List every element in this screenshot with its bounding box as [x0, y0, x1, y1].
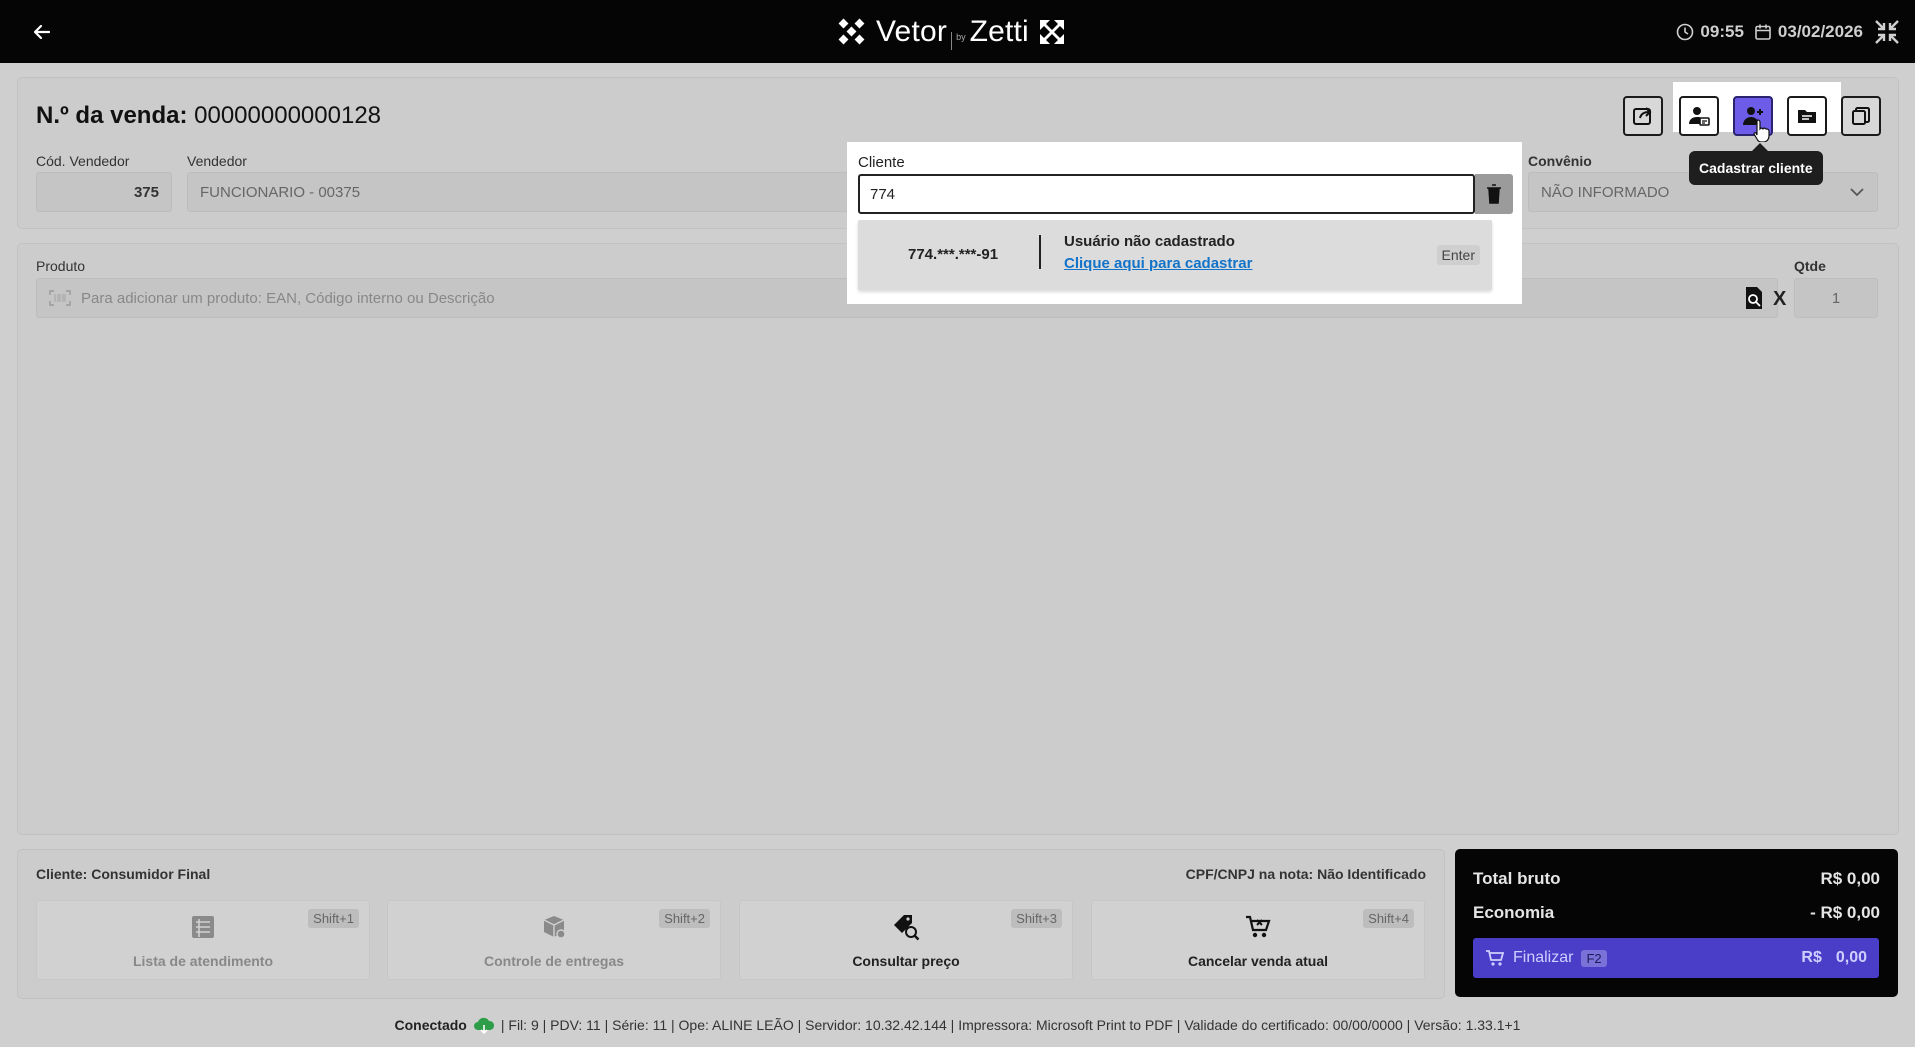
zetti-logo-icon	[1039, 20, 1064, 44]
top-right-info: 09:55 03/02/2026	[1676, 18, 1901, 46]
shortcut-badge: Shift+1	[308, 909, 359, 928]
list-icon	[189, 913, 217, 941]
cliente-label: Cliente	[858, 154, 905, 171]
shortcut-badge: Shift+3	[1011, 909, 1062, 928]
shortcut-badge: Shift+4	[1363, 909, 1414, 928]
cart-icon	[1486, 950, 1505, 966]
folder-icon	[1798, 110, 1816, 123]
vendedor-value: FUNCIONARIO - 00375	[200, 183, 361, 201]
tile-label: Controle de entregas	[483, 953, 625, 969]
cart-cancel-icon	[1244, 913, 1272, 941]
vendedor-field[interactable]: FUNCIONARIO - 00375	[187, 172, 867, 212]
chevron-down-icon	[1850, 188, 1864, 197]
clear-cliente-button[interactable]	[1475, 174, 1513, 214]
current-date: 03/02/2026	[1777, 22, 1863, 41]
economia-row: Economia - R$ 0,00	[1473, 903, 1880, 923]
user-card-icon	[1689, 107, 1710, 126]
current-time: 09:55	[1700, 22, 1744, 41]
qty-label: Qtde	[1794, 258, 1826, 274]
economia-label: Economia	[1473, 903, 1555, 922]
total-bruto-value: R$ 0,00	[1820, 869, 1880, 888]
arrow-left-icon	[33, 24, 51, 40]
top-bar: Vetor by Zetti 09:55 03/02/2026	[0, 0, 1915, 63]
sale-number-value: 00000000000128	[194, 102, 382, 129]
status-details: | Fil: 9 | PDV: 11 | Série: 11 | Ope: AL…	[500, 1017, 1521, 1033]
connection-status: Conectado	[394, 1017, 467, 1033]
cod-vendedor-value: 375	[133, 183, 159, 201]
economia-value: - R$ 0,00	[1810, 903, 1880, 922]
calendar-icon	[1755, 24, 1771, 40]
copy-button[interactable]	[1841, 96, 1881, 136]
tile-label: Cancelar venda atual	[1187, 953, 1329, 969]
cancelar-venda-button[interactable]: Shift+4 Cancelar venda atual	[1091, 900, 1425, 980]
suggestion-title: Usuário não cadastrado	[1064, 233, 1235, 250]
delivery-box-icon	[540, 913, 568, 941]
folder-button[interactable]	[1787, 96, 1827, 136]
share-icon	[1633, 107, 1652, 125]
footer-cpf-text: CPF/CNPJ na nota: Não Identificado	[1185, 866, 1426, 882]
finalizar-value: 0,00	[1835, 949, 1867, 966]
qty-value: 1	[1831, 289, 1841, 307]
qty-field[interactable]: 1	[1794, 278, 1878, 318]
suggestion-cpf: 774.***.***-91	[908, 246, 999, 263]
collapse-fullscreen-icon[interactable]	[1873, 18, 1901, 46]
tile-label: Consultar preço	[852, 953, 960, 969]
cod-vendedor-field[interactable]: 375	[36, 172, 172, 212]
cliente-input[interactable]	[858, 174, 1475, 214]
tile-label: Lista de atendimento	[132, 953, 274, 969]
cod-vendedor-label: Cód. Vendedor	[36, 153, 130, 169]
cliente-search-popup: Cliente 774.***.***-91 Usuário não cadas…	[847, 142, 1522, 304]
sale-number-label: N.º da venda:	[36, 102, 188, 129]
suggestion-divider	[1039, 235, 1041, 269]
finalizar-currency: R$	[1801, 949, 1822, 966]
register-client-link[interactable]: Clique aqui para cadastrar	[1064, 255, 1252, 272]
suggestion-shortcut-key: Enter	[1436, 245, 1480, 265]
share-button[interactable]	[1623, 96, 1663, 136]
convenio-value: NÃO INFORMADO	[1541, 183, 1670, 201]
logo-vetor-text: Vetor	[876, 15, 948, 48]
consultar-preco-button[interactable]: Shift+3 Consultar preço	[739, 900, 1073, 980]
convenio-label: Convênio	[1528, 153, 1592, 169]
copy-icon	[1852, 107, 1870, 125]
back-button[interactable]	[28, 18, 56, 46]
multiply-sign: X	[1773, 288, 1787, 310]
app-logo: Vetor by Zetti	[836, 14, 1067, 50]
calendar: 03/02/2026	[1754, 22, 1863, 42]
product-placeholder: Para adicionar um produto: EAN, Código i…	[81, 289, 495, 307]
shortcut-badge: Shift+2	[659, 909, 710, 928]
product-label: Produto	[36, 258, 86, 274]
controle-entregas-button[interactable]: Shift+2 Controle de entregas	[387, 900, 721, 980]
logo-by-text: by	[951, 32, 966, 50]
price-search-icon	[892, 913, 920, 941]
total-bruto-row: Total bruto R$ 0,00	[1473, 869, 1880, 889]
finalizar-button[interactable]: Finalizar F2 R$ 0,00	[1473, 938, 1879, 978]
trash-icon	[1487, 184, 1501, 204]
finalizar-shortcut: F2	[1581, 949, 1607, 967]
totals-panel: Total bruto R$ 0,00 Economia - R$ 0,00 F…	[1455, 849, 1898, 997]
product-lookup-icon[interactable]	[1743, 286, 1765, 310]
logo-zetti-text: Zetti	[969, 15, 1029, 48]
clock: 09:55	[1676, 22, 1744, 42]
product-card: Produto Para adicionar um produto: EAN, …	[18, 244, 1898, 834]
vendedor-label: Vendedor	[187, 153, 247, 169]
clock-icon	[1677, 23, 1694, 41]
cloud-connected-icon	[473, 1017, 494, 1034]
cliente-suggestion-item[interactable]: 774.***.***-91 Usuário não cadastrado Cl…	[858, 220, 1492, 290]
barcode-scan-icon	[49, 290, 71, 306]
hand-cursor-icon	[1753, 119, 1770, 142]
sale-number-title: N.º da venda: 00000000000128	[36, 102, 381, 130]
vetor-logo-icon	[838, 18, 865, 45]
lista-atendimento-button[interactable]: Shift+1 Lista de atendimento	[36, 900, 370, 980]
finalizar-label: Finalizar	[1513, 949, 1574, 966]
status-bar: Conectado | Fil: 9 | PDV: 11 | Série: 11…	[0, 1016, 1915, 1034]
footer-client-text: Cliente: Consumidor Final	[36, 866, 211, 882]
tooltip-cadastrar-cliente: Cadastrar cliente	[1689, 143, 1823, 185]
footer-actions-card: Cliente: Consumidor Final CPF/CNPJ na no…	[18, 850, 1444, 998]
client-card-button[interactable]	[1679, 96, 1719, 136]
total-bruto-label: Total bruto	[1473, 869, 1561, 888]
